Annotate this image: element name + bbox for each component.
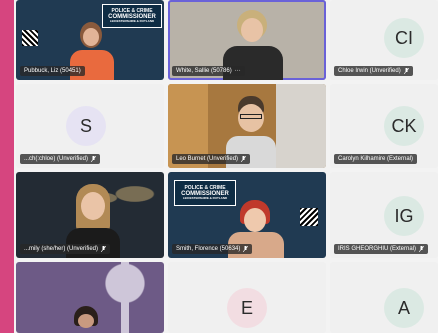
avatar: CK [384,106,424,146]
participant-nametag: Pubbuck, Liz (50451) [20,66,85,76]
avatar: A [384,288,424,328]
participant-nametag: IRIS GHEORGHIU (External) [334,244,429,254]
avatar-initials: S [79,115,92,136]
avatar-initials: IG [394,205,414,226]
mic-muted-icon [243,246,249,252]
participant-name: Carolyn Kilhamire (External) [338,156,414,162]
participant-name: Pubbuck, Liz (50451) [24,68,81,74]
participant-tile-9[interactable]: IG IRIS GHEORGHIU (External) [330,172,438,258]
participant-tile-4[interactable]: S ...ch(:chloe) (Unverified) [16,84,164,168]
participant-name: Chloe Irwin (Unverified) [338,68,401,74]
participant-name: Smith, Florence (50634) [176,246,241,252]
logo-line-3: LEICESTERSHIRE & RUTLAND [182,196,228,200]
mic-muted-icon [419,246,425,252]
qr-code [22,30,38,46]
mic-muted-icon [91,156,97,162]
participant-tile-5[interactable]: Leo Burnet (Unverified) [168,84,326,168]
participant-tile-7[interactable]: ...mily (she/her) (Unverified) [16,172,164,258]
avatar-initials: CK [391,115,417,136]
participant-tile-12[interactable]: A [330,262,438,333]
participant-tile-8[interactable]: POLICE & CRIME COMMISSIONER LEICESTERSHI… [168,172,326,258]
participant-nametag: Smith, Florence (50634) [172,244,253,254]
avatar: S [66,106,106,146]
participant-nametag: Leo Burnet (Unverified) [172,154,251,164]
participant-name: ...mily (she/her) (Unverified) [24,246,99,252]
avatar-initials: E [240,297,253,318]
mic-muted-icon [101,246,107,252]
participant-tile-6[interactable]: CK Carolyn Kilhamire (External) [330,84,438,168]
participant-tile-11[interactable]: E [168,262,326,333]
mic-muted-icon [403,68,409,74]
pcc-logo: POLICE & CRIME COMMISSIONER LEICESTERSHI… [174,180,236,206]
participant-nametag: White, Sallie (50786) ··· [172,66,245,76]
avatar: E [227,288,267,328]
mic-muted-icon [241,156,247,162]
participant-name: IRIS GHEORGHIU (External) [338,246,417,252]
avatar: CI [384,18,424,58]
participant-nametag: ...mily (she/her) (Unverified) [20,244,111,254]
participant-nametag: ...ch(:chloe) (Unverified) [20,154,101,164]
avatar-initials: CI [395,27,413,48]
avatar-initials: A [397,297,410,318]
participant-name: Leo Burnet (Unverified) [176,156,239,162]
qr-code [300,208,318,226]
participant-name: White, Sallie (50786) [176,68,232,74]
participant-tile-1[interactable]: POLICE & CRIME COMMISSIONER LEICESTERSHI… [16,0,164,80]
participant-video [66,306,106,333]
avatar: IG [384,196,424,236]
participant-tile-2[interactable]: White, Sallie (50786) ··· [168,0,326,80]
participant-nametag: Chloe Irwin (Unverified) [334,66,413,76]
sidebar-accent-bar [0,0,14,333]
participant-name: ...ch(:chloe) (Unverified) [24,156,89,162]
participant-tile-3[interactable]: CI Chloe Irwin (Unverified) [330,0,438,80]
participant-tile-10[interactable] [16,262,164,333]
participant-nametag: Carolyn Kilhamire (External) [334,154,418,164]
more-icon[interactable]: ··· [235,66,241,76]
